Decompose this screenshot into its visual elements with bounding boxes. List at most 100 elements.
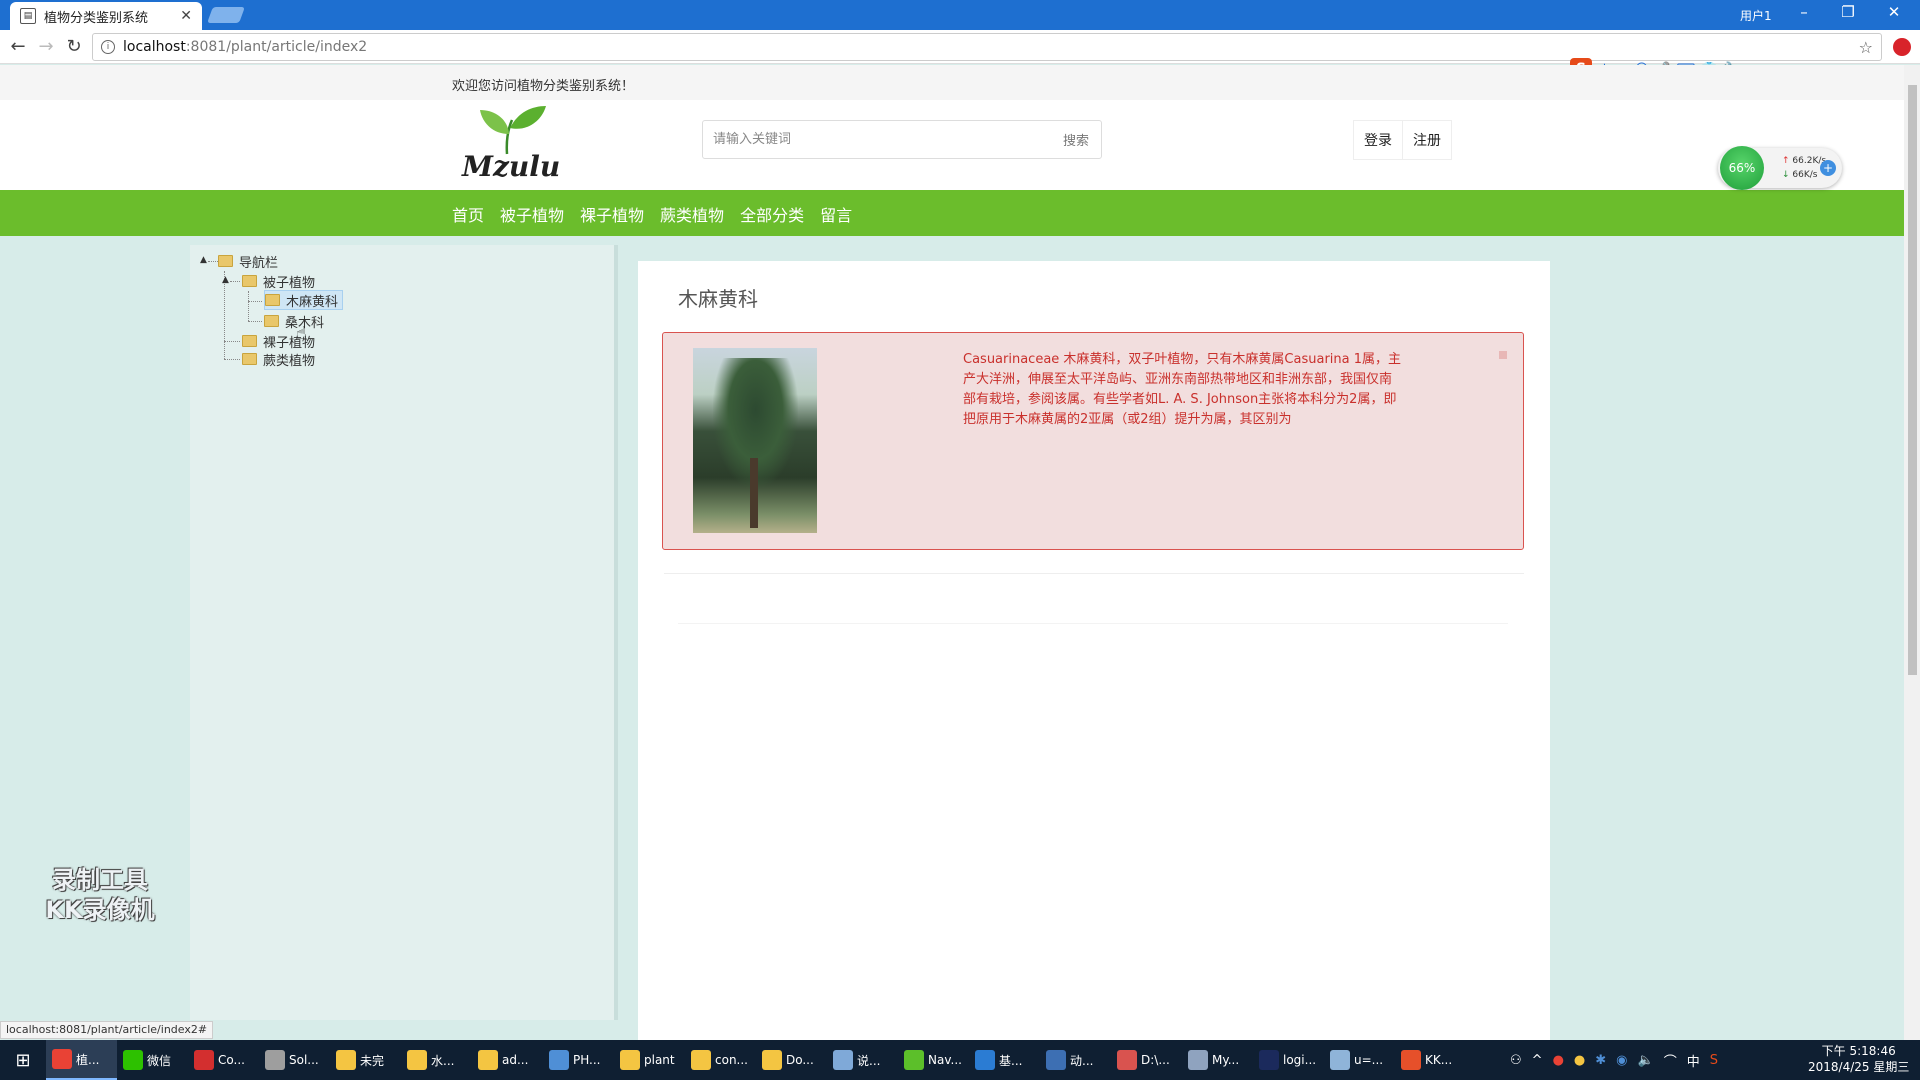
tree-node-angiosperm[interactable]: 被子植物 [242,271,315,291]
alert-close-icon[interactable] [1499,351,1507,359]
register-button[interactable]: 注册 [1402,121,1451,159]
site-header: Mzulu 搜索 登录 注册 [0,100,1904,190]
search-button[interactable]: 搜索 [1051,130,1101,149]
tree-node-casuarinaceae[interactable]: 木麻黄科 [264,290,344,310]
url-field[interactable]: i localhost:8081/plant/article/index2 ☆ [92,33,1882,61]
minimize-icon[interactable]: – [1784,3,1824,21]
forward-icon[interactable]: → [34,36,58,57]
input-language[interactable]: 中 [1687,1051,1700,1070]
tab-close-icon[interactable]: ✕ [180,8,192,24]
taskbar-item[interactable]: 水... [401,1040,472,1080]
auth-links: 登录 注册 [1353,120,1452,160]
back-icon[interactable]: ← [6,36,30,57]
tree-node-label: 木麻黄科 [286,294,339,310]
clock-date: 2018/4/25 星期三 [1808,1060,1910,1074]
speed-plus-icon[interactable]: + [1820,160,1836,176]
taskbar-item[interactable]: u=... [1324,1040,1395,1080]
taskbar-item-label: 动... [1070,1053,1094,1068]
article-alert: Casuarinaceae 木麻黄科，双子叶植物，只有木麻黄属Casuarina… [662,332,1524,550]
tree-line [248,321,262,322]
sogou-tray-icon[interactable]: S [1710,1053,1718,1068]
taskbar-item[interactable]: 植... [46,1040,117,1080]
taskbar-item[interactable]: con... [685,1040,756,1080]
taskbar-item[interactable]: PH... [543,1040,614,1080]
wifi-icon[interactable]: ⌒ [1664,1051,1677,1070]
taskbar-item[interactable]: Do... [756,1040,827,1080]
tree-line [224,341,240,342]
tree-line [224,359,240,360]
article-title: 木麻黄科 [678,287,758,311]
taskbar-item[interactable]: 未完 [330,1040,401,1080]
bookmark-star-icon[interactable]: ☆ [1859,38,1873,57]
browser-tab[interactable]: ▤ 植物分类鉴别系统 ✕ [10,2,202,30]
new-tab-button[interactable] [207,7,245,23]
taskbar-item[interactable]: 微信 [117,1040,188,1080]
page-scrollbar[interactable] [1904,65,1920,1040]
restore-icon[interactable]: ❐ [1828,3,1868,21]
folder-icon [218,255,233,267]
article-description: Casuarinaceae 木麻黄科，双子叶植物，只有木麻黄属Casuarina… [963,352,1402,427]
taskbar-item-label: Co... [218,1053,245,1067]
collapse-angiosperm-icon[interactable]: ▲ [222,275,229,285]
taskbar-item[interactable]: ad... [472,1040,543,1080]
nav-gymnosperm[interactable]: 裸子植物 [580,202,644,226]
tray-app-icon[interactable]: ● [1574,1053,1585,1068]
scroll-thumb[interactable] [1908,85,1917,675]
nav-home[interactable]: 首页 [452,202,484,226]
collapse-root-icon[interactable]: ▲ [200,255,207,265]
tree-node-fern[interactable]: 蕨类植物 [242,349,315,369]
taskbar-item[interactable]: 说... [827,1040,898,1080]
bluetooth-icon[interactable]: ✱ [1595,1053,1606,1068]
taskbar-item[interactable]: logi... [1253,1040,1324,1080]
app-icon [620,1050,640,1070]
network-status-icon[interactable]: ◉ [1616,1053,1627,1068]
divider [664,573,1524,574]
volume-icon[interactable]: 🔈 [1638,1053,1654,1068]
network-speed-widget[interactable]: 66% ↑ 66.2K/s ↓ 66K/s + [1718,146,1842,190]
reload-icon[interactable]: ↻ [62,36,86,57]
app-icon [833,1050,853,1070]
app-icon [975,1050,995,1070]
taskbar-item[interactable]: 基... [969,1040,1040,1080]
taskbar-item[interactable]: My... [1182,1040,1253,1080]
taskbar-item[interactable]: plant [614,1040,685,1080]
clock[interactable]: 下午 5:18:46 2018/4/25 星期三 [1808,1043,1909,1075]
divider [678,623,1508,624]
app-icon [478,1050,498,1070]
tree-line [208,261,218,262]
taskbar-item[interactable]: KK... [1395,1040,1466,1080]
taskbar-item-label: plant [644,1053,675,1067]
taskbar-item[interactable]: D:\... [1111,1040,1182,1080]
search-input[interactable] [703,121,1051,158]
watermark-line-2: KK录像机 [45,896,155,924]
windows-start-icon[interactable]: ⊞ [0,1040,46,1080]
taskbar-item[interactable]: 动... [1040,1040,1111,1080]
folder-icon [242,275,257,287]
taskbar-item[interactable]: Sol... [259,1040,330,1080]
app-icon [336,1050,356,1070]
antivirus-icon[interactable]: ● [1553,1053,1564,1068]
app-icon [265,1050,285,1070]
tree-panel: ▲ 导航栏 ▲ 被子植物 木麻黄科 桑木科 裸子植物 蕨类植物 ☝ [190,245,618,1020]
speed-ball[interactable]: 66% [1720,146,1764,190]
tree-node-second-family[interactable]: 桑木科 [264,311,324,331]
taskbar-item[interactable]: Nav... [898,1040,969,1080]
tray-expand-icon[interactable]: ^ [1532,1053,1543,1068]
taskbar-item-label: 水... [431,1053,455,1068]
system-tray: ⚇ ^ ● ● ✱ ◉ 🔈 ⌒ 中 S [1510,1040,1718,1080]
people-icon[interactable]: ⚇ [1510,1053,1522,1068]
extension-icon[interactable] [1893,38,1911,56]
nav-all-categories[interactable]: 全部分类 [740,202,804,226]
close-window-icon[interactable]: ✕ [1874,3,1914,21]
tree-node-root[interactable]: 导航栏 [218,251,278,271]
nav-angiosperm[interactable]: 被子植物 [500,202,564,226]
login-button[interactable]: 登录 [1354,121,1402,159]
recorder-watermark: 录制工具 KK录像机 [30,865,170,925]
nav-fern[interactable]: 蕨类植物 [660,202,724,226]
site-info-icon[interactable]: i [101,40,115,54]
app-icon [904,1050,924,1070]
app-icon [52,1049,72,1069]
taskbar-item[interactable]: Co... [188,1040,259,1080]
profile-name[interactable]: 用户1 [1740,7,1772,24]
nav-message[interactable]: 留言 [820,202,852,226]
